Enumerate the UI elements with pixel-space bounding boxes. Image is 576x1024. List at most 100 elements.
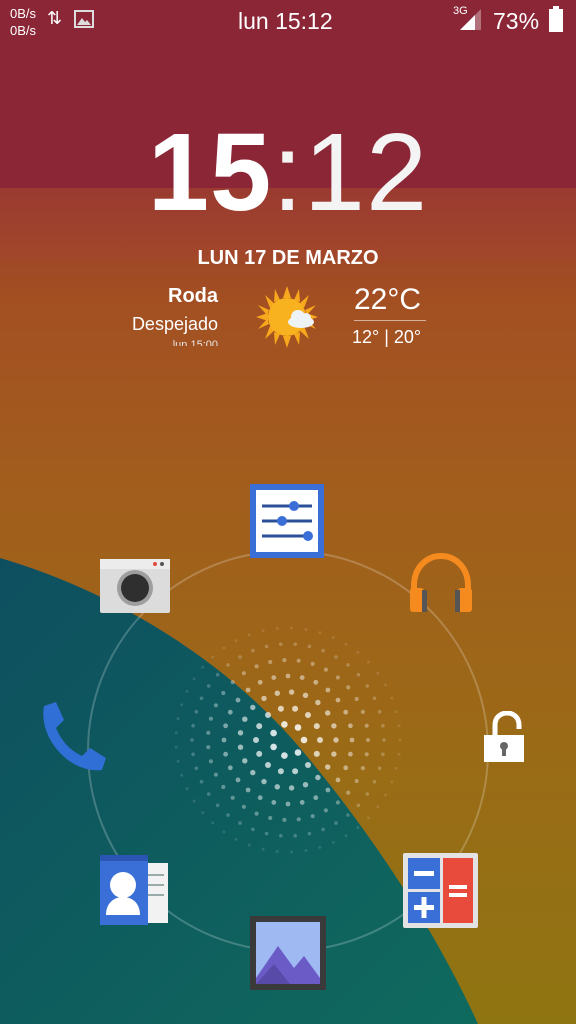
ripple-dot	[313, 795, 319, 801]
ripple-dot	[292, 705, 299, 712]
ripple-dot	[223, 723, 229, 729]
ripple-dot	[285, 801, 291, 807]
ripple-dot	[174, 745, 178, 749]
ripple-dot	[288, 689, 295, 695]
ripple-dot	[261, 629, 265, 633]
ripple-dot	[247, 843, 251, 847]
ripple-dot	[264, 831, 269, 836]
ripple-dot	[251, 827, 255, 832]
ripple-dot	[222, 830, 226, 834]
ripple-dot	[230, 680, 235, 685]
ripple-dot	[356, 803, 361, 808]
ripple-dot	[227, 765, 233, 771]
settings-target-icon[interactable]	[250, 484, 324, 558]
ripple-dot	[285, 673, 291, 679]
ripple-dot	[208, 759, 213, 764]
ripple-dot	[190, 738, 194, 742]
ripple-dot	[242, 758, 248, 764]
ripple-dot	[206, 792, 211, 796]
ripple-dot	[250, 704, 256, 711]
ripple-dot	[222, 646, 226, 650]
ripple-dot	[176, 759, 180, 763]
ripple-dot	[367, 816, 370, 820]
ripple-dot	[364, 723, 369, 728]
ripple-dot	[274, 690, 280, 696]
ripple-dot	[325, 710, 331, 716]
ripple-dot	[221, 784, 226, 790]
unlock-icon[interactable]	[483, 711, 525, 763]
ripple-dot	[360, 709, 365, 715]
ripple-dot	[294, 724, 302, 731]
ripple-dot	[279, 642, 283, 647]
ripple-dot	[211, 655, 215, 659]
ripple-dot	[331, 723, 337, 729]
ripple-dot	[290, 850, 294, 854]
ripple-dot	[185, 689, 189, 693]
ripple-dot	[274, 784, 280, 790]
ripple-dot	[365, 737, 371, 743]
ripple-dot	[199, 779, 204, 784]
ripple-dot	[261, 778, 267, 785]
ripple-dot	[282, 658, 287, 663]
ripple-dot	[221, 737, 227, 743]
ripple-dot	[194, 766, 199, 771]
ripple-dot	[397, 752, 401, 756]
ripple-dot	[381, 723, 385, 728]
ripple-dot	[245, 687, 251, 693]
ripple-dot	[334, 655, 338, 659]
ripple-dot	[348, 751, 353, 757]
ripple-dot	[208, 716, 213, 721]
ripple-dot	[346, 813, 350, 817]
ripple-dot	[256, 750, 263, 757]
ripple-dot	[331, 751, 337, 757]
ripple-dot	[333, 737, 339, 743]
ripple-dot	[343, 709, 349, 715]
ripple-dot	[281, 752, 288, 759]
ripple-dot	[277, 705, 284, 712]
ripple-dot	[384, 683, 388, 687]
ripple-dot	[250, 769, 256, 776]
ripple-dot	[356, 826, 360, 830]
ripple-dot	[344, 642, 348, 646]
ripple-dot	[335, 800, 340, 805]
ripple-dot	[305, 762, 311, 768]
ripple-dot	[281, 721, 288, 728]
gallery-target-icon[interactable]	[250, 916, 326, 990]
ripple-dot	[282, 817, 287, 823]
camera-target-icon[interactable]	[100, 559, 170, 613]
ripple-dots[interactable]	[174, 626, 402, 854]
ripple-dot	[296, 658, 301, 663]
ripple-dot	[302, 782, 309, 788]
ripple-dot	[271, 800, 277, 805]
ripple-dot	[390, 696, 394, 700]
ripple-dot	[300, 736, 308, 744]
ripple-dot	[241, 804, 246, 809]
ripple-dot	[367, 660, 370, 664]
contacts-target-icon[interactable]	[100, 855, 170, 925]
ripple-dot	[251, 648, 255, 653]
ripple-dot	[335, 697, 341, 703]
ripple-dot	[192, 677, 196, 681]
ripple-dot	[292, 768, 299, 775]
ripple-dot	[299, 800, 305, 805]
ripple-dot	[376, 671, 380, 675]
calculator-target-icon[interactable]	[403, 853, 478, 928]
ripple-dot	[234, 837, 238, 841]
ripple-dot	[199, 696, 204, 701]
ripple-dot	[304, 627, 308, 631]
ripple-dot	[346, 663, 350, 667]
ripple-dot	[296, 817, 301, 822]
phone-target-icon[interactable]	[34, 700, 108, 774]
ripple-dot	[331, 840, 335, 844]
ripple-dot	[174, 731, 178, 735]
ripple-dot	[377, 766, 382, 771]
ripple-dot	[261, 847, 265, 851]
ripple-dot	[201, 665, 205, 669]
ripple-dot	[313, 723, 320, 730]
headphones-target-icon[interactable]	[408, 552, 474, 616]
ripple-dot	[307, 831, 312, 836]
ripple-dot	[257, 679, 263, 685]
ripple-dot	[191, 723, 195, 728]
ripple-dot	[344, 834, 348, 838]
ripple-dot	[372, 696, 377, 701]
